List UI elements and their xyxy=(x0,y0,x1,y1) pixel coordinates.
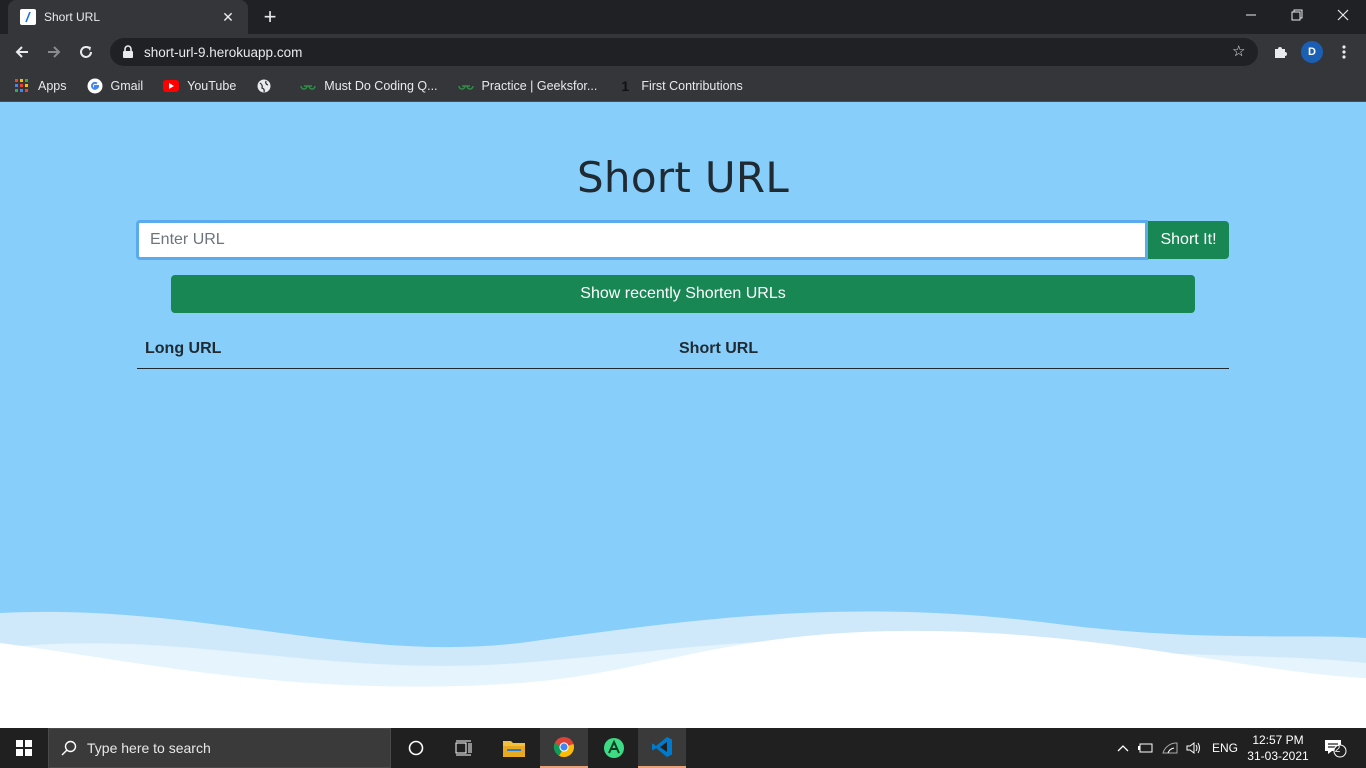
bookmarks-bar: Apps Gmail YouTube Must Do Coding Q... P… xyxy=(0,70,1366,102)
android-studio-icon[interactable] xyxy=(590,728,638,768)
bookmark-label: Must Do Coding Q... xyxy=(324,78,438,93)
system-tray: ENG xyxy=(1114,728,1244,768)
browser-menu-icon[interactable] xyxy=(1330,38,1358,66)
bookmark-first-contributions[interactable]: 1 First Contributions xyxy=(617,78,742,94)
bookmark-gmail[interactable]: Gmail xyxy=(87,78,144,94)
geeksforgeeks-icon xyxy=(457,78,474,94)
wifi-icon[interactable] xyxy=(1158,741,1182,755)
page-favicon-icon xyxy=(20,9,36,25)
apps-grid-icon xyxy=(14,78,30,94)
volume-icon[interactable] xyxy=(1182,741,1206,755)
youtube-icon xyxy=(163,78,180,94)
reload-icon[interactable] xyxy=(72,38,100,66)
bookmark-label: Gmail xyxy=(110,78,144,93)
clock-date: 31-03-2021 xyxy=(1247,749,1309,763)
url-table-header: Long URL Short URL xyxy=(137,329,1229,369)
forward-arrow-icon[interactable] xyxy=(40,38,68,66)
bookmark-label: Apps xyxy=(38,78,67,93)
page-title: Short URL xyxy=(576,153,790,202)
clock-time: 12:57 PM xyxy=(1252,733,1304,747)
bookmark-must-do-coding[interactable]: Must Do Coding Q... xyxy=(300,78,438,94)
task-view-icon[interactable] xyxy=(440,728,488,768)
geeksforgeeks-icon xyxy=(300,78,317,94)
decorative-waves xyxy=(0,611,1366,728)
url-input[interactable] xyxy=(136,220,1148,260)
new-tab-icon[interactable]: + xyxy=(258,4,282,29)
notification-center-icon[interactable]: 2 xyxy=(1320,736,1350,760)
lock-icon[interactable] xyxy=(122,45,136,59)
bookmark-label: First Contributions xyxy=(641,78,743,93)
back-arrow-icon[interactable] xyxy=(8,38,36,66)
page-content: Short URL Short It! Show recently Shorte… xyxy=(0,103,1366,728)
search-icon xyxy=(61,740,77,756)
bookmark-label: YouTube xyxy=(187,78,237,93)
cortana-icon[interactable] xyxy=(392,728,440,768)
column-header-short-url: Short URL xyxy=(679,339,759,357)
google-icon xyxy=(87,78,103,94)
column-header-long-url: Long URL xyxy=(145,339,222,357)
tab-title: Short URL xyxy=(44,10,101,24)
bookmark-apps[interactable]: Apps xyxy=(14,78,67,94)
extensions-puzzle-icon[interactable] xyxy=(1266,38,1294,66)
chrome-taskbar-icon[interactable] xyxy=(540,728,588,768)
bookmark-label: Practice | Geeksfor... xyxy=(481,78,598,93)
bookmark-globe[interactable] xyxy=(256,78,280,94)
tab-close-icon[interactable]: ✕ xyxy=(220,9,236,25)
minimize-icon[interactable] xyxy=(1228,0,1274,30)
chevron-up-icon[interactable] xyxy=(1114,744,1132,752)
vscode-icon[interactable] xyxy=(638,728,686,768)
avatar: D xyxy=(1301,41,1323,63)
address-text: short-url-9.herokuapp.com xyxy=(144,44,303,60)
restore-icon[interactable] xyxy=(1274,0,1320,30)
file-explorer-icon[interactable] xyxy=(490,728,538,768)
windows-start-icon[interactable] xyxy=(0,728,48,768)
bookmark-practice-geeksforgeeks[interactable]: Practice | Geeksfor... xyxy=(457,78,598,94)
browser-tab-bar: Short URL ✕ + xyxy=(0,0,1366,34)
browser-tab[interactable]: Short URL ✕ xyxy=(8,0,248,34)
taskbar-search-box[interactable]: Type here to search xyxy=(48,728,391,768)
notification-count: 2 xyxy=(1334,744,1341,755)
first-contributions-icon: 1 xyxy=(621,77,630,94)
close-window-icon[interactable] xyxy=(1320,0,1366,30)
browser-toolbar: short-url-9.herokuapp.com ☆ D xyxy=(0,34,1366,70)
bookmark-youtube[interactable]: YouTube xyxy=(163,78,236,94)
globe-icon xyxy=(256,78,272,94)
windows-taskbar: Type here to search ENG 12:57 PM 31-03-2… xyxy=(0,728,1366,768)
bookmark-star-icon[interactable]: ☆ xyxy=(1232,44,1248,60)
taskbar-search-placeholder: Type here to search xyxy=(87,740,211,756)
address-bar[interactable]: short-url-9.herokuapp.com ☆ xyxy=(110,38,1258,66)
battery-icon[interactable] xyxy=(1132,742,1158,754)
show-recent-urls-button[interactable]: Show recently Shorten URLs xyxy=(171,275,1195,313)
profile-avatar[interactable]: D xyxy=(1298,38,1326,66)
taskbar-clock[interactable]: 12:57 PM 31-03-2021 xyxy=(1238,732,1318,764)
short-it-button[interactable]: Short It! xyxy=(1148,221,1229,259)
